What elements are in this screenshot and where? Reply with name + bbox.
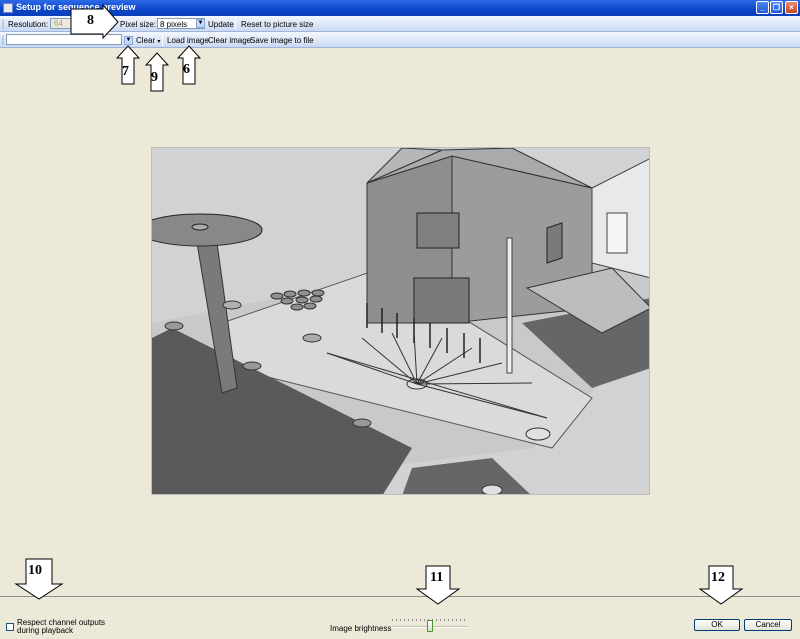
callout-label-9: 9 <box>151 70 158 85</box>
title-bar: Setup for sequence preview _ ❐ × <box>0 0 800 16</box>
clear-dropdown-button[interactable]: Clear ▾ <box>136 36 160 45</box>
pixel-size-label: Pixel size: <box>120 20 157 29</box>
chevron-down-icon[interactable]: ▼ <box>124 36 133 45</box>
close-icon[interactable]: × <box>785 1 798 14</box>
clear-dropdown-label: Clear <box>136 36 156 45</box>
clear-image-button[interactable]: Clear image <box>208 36 251 45</box>
callout-label-10: 10 <box>28 563 42 578</box>
brightness-label: Image brightness <box>330 624 392 633</box>
slider-thumb[interactable] <box>427 620 433 632</box>
house-model-image <box>152 148 649 494</box>
toolbar-resolution: Resolution: 64 Pixel size: 8 pixels ▼ Up… <box>0 16 800 32</box>
save-image-button[interactable]: Save image to file <box>250 36 314 45</box>
restore-icon[interactable]: ❐ <box>770 1 783 14</box>
preview-image <box>151 147 650 495</box>
app-icon <box>3 3 13 13</box>
callout-label-7: 7 <box>122 64 129 79</box>
ok-button[interactable]: OK <box>694 619 740 631</box>
toolbar-separator <box>235 18 236 30</box>
pixel-size-value: 8 pixels <box>160 20 188 29</box>
resolution-label: Resolution: <box>8 20 49 29</box>
chevron-down-icon[interactable]: ▼ <box>196 19 205 28</box>
callout-label-8: 8 <box>87 13 94 28</box>
callout-label-12: 12 <box>711 570 725 585</box>
load-image-button[interactable]: Load image <box>167 36 209 45</box>
reset-to-picture-size-button[interactable]: Reset to picture size <box>241 20 313 29</box>
callout-label-6: 6 <box>183 62 190 77</box>
toolbar-grip-icon[interactable] <box>2 35 4 45</box>
respect-channel-checkbox[interactable] <box>6 623 14 631</box>
cancel-button[interactable]: Cancel <box>744 619 792 631</box>
respect-channel-label: Respect channel outputs during playback <box>17 618 106 635</box>
dropdown-arrow-icon: ▾ <box>157 39 161 45</box>
update-button[interactable]: Update <box>208 20 234 29</box>
callout-label-11: 11 <box>430 570 444 585</box>
pixel-size-select[interactable]: 8 pixels ▼ <box>157 18 205 29</box>
brightness-slider[interactable] <box>392 615 468 635</box>
bottom-panel: Respect channel outputs during playback … <box>0 596 800 639</box>
resolution-input[interactable]: 64 <box>50 18 72 29</box>
callout-arrow-8 <box>70 4 119 40</box>
toolbar-grip-icon[interactable] <box>2 19 4 29</box>
toolbar-separator <box>162 34 163 46</box>
minimize-icon[interactable]: _ <box>756 1 769 14</box>
